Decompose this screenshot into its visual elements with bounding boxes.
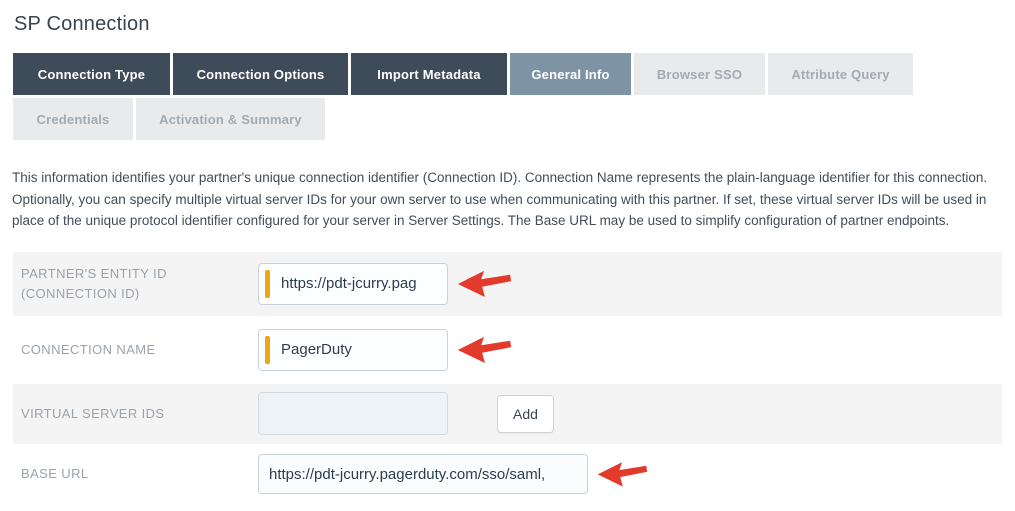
virtual-server-ids-label: VIRTUAL SERVER IDS (21, 404, 258, 424)
partners-entity-id-input-wrap (258, 263, 448, 305)
base-url-input-wrap (258, 454, 588, 494)
general-info-form: PARTNER'S ENTITY ID (CONNECTION ID) CONN… (13, 252, 1002, 505)
tab-import-metadata[interactable]: Import Metadata (351, 53, 507, 95)
form-row-partners-entity-id: PARTNER'S ENTITY ID (CONNECTION ID) (13, 252, 1002, 316)
base-url-input[interactable] (258, 454, 588, 494)
connection-name-label: CONNECTION NAME (21, 340, 258, 360)
tab-credentials[interactable]: Credentials (13, 98, 133, 140)
partners-entity-id-input[interactable] (258, 263, 448, 305)
form-row-virtual-server-ids: VIRTUAL SERVER IDS Add (13, 384, 1002, 444)
virtual-server-ids-input-wrap (258, 392, 448, 435)
red-arrow-icon (456, 267, 512, 300)
red-arrow-icon (456, 333, 512, 366)
connection-name-input-wrap (258, 329, 448, 371)
base-url-label: BASE URL (21, 464, 258, 484)
tab-browser-sso[interactable]: Browser SSO (634, 53, 765, 95)
form-row-base-url: BASE URL (13, 444, 1002, 505)
red-arrow-icon (596, 459, 648, 489)
virtual-server-ids-input[interactable] (258, 392, 448, 435)
tab-attribute-query[interactable]: Attribute Query (768, 53, 913, 95)
wizard-tabs: Connection Type Connection Options Impor… (13, 53, 1015, 140)
tab-activation-summary[interactable]: Activation & Summary (136, 98, 325, 140)
form-row-connection-name: CONNECTION NAME (13, 316, 1002, 384)
partners-entity-id-label: PARTNER'S ENTITY ID (CONNECTION ID) (21, 264, 258, 304)
tab-general-info[interactable]: General Info (510, 53, 631, 95)
connection-name-input[interactable] (258, 329, 448, 371)
tab-connection-options[interactable]: Connection Options (173, 53, 348, 95)
page-title: SP Connection (14, 13, 1015, 36)
tab-row-1: Connection Type Connection Options Impor… (13, 53, 1015, 95)
add-button[interactable]: Add (497, 395, 554, 433)
description-text: This information identifies your partner… (12, 167, 1006, 232)
tab-row-2: Credentials Activation & Summary (13, 98, 1015, 140)
tab-connection-type[interactable]: Connection Type (13, 53, 170, 95)
